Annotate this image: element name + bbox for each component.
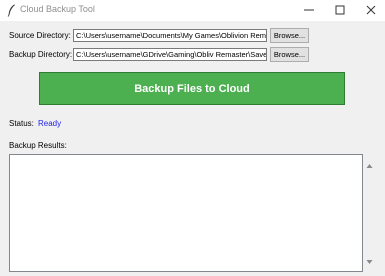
backup-results-label: Backup Results:: [9, 141, 67, 150]
status-label: Status:: [9, 119, 34, 128]
backup-directory-input[interactable]: C:\Users\username\GDrive\Gaming\Obliv Re…: [73, 48, 267, 61]
backup-directory-label: Backup Directory:: [9, 50, 73, 59]
results-scrollbar[interactable]: [364, 154, 376, 272]
maximize-icon: [335, 2, 345, 20]
backup-browse-button[interactable]: Browse...: [270, 47, 309, 62]
source-directory-input[interactable]: C:\Users\username\Documents\My Games\Obl…: [73, 29, 267, 42]
scroll-down-arrow-icon[interactable]: [366, 252, 373, 270]
backup-files-button[interactable]: Backup Files to Cloud: [39, 72, 345, 105]
minimize-icon: [304, 2, 314, 20]
feather-icon: [7, 4, 16, 17]
window-title: Cloud Backup Tool: [20, 4, 95, 14]
backup-files-button-label: Backup Files to Cloud: [134, 82, 250, 95]
app-window: Cloud Backup Tool Source Directory: C:\U…: [0, 0, 385, 276]
scroll-up-arrow-icon[interactable]: [366, 156, 373, 174]
source-directory-label: Source Directory:: [9, 31, 71, 40]
backup-results-textarea[interactable]: [9, 154, 363, 272]
status-value: Ready: [38, 119, 62, 128]
minimize-button[interactable]: [294, 0, 324, 21]
maximize-button[interactable]: [325, 0, 355, 21]
source-browse-button[interactable]: Browse...: [270, 28, 309, 43]
title-bar[interactable]: Cloud Backup Tool: [0, 0, 385, 21]
close-button[interactable]: [356, 0, 385, 21]
close-icon: [366, 2, 376, 20]
